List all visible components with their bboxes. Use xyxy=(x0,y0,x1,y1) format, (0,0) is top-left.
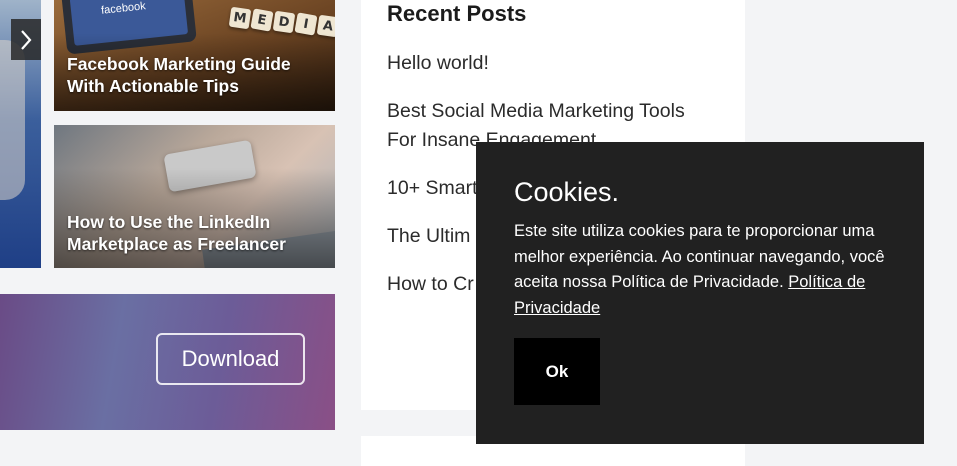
post-title[interactable]: How to Use the LinkedIn Marketplace as F… xyxy=(67,211,325,255)
download-banner: Download xyxy=(0,294,335,430)
cookie-ok-button[interactable]: Ok xyxy=(514,338,600,405)
widget-title: Recent Posts xyxy=(387,1,527,26)
post-card-facebook[interactable]: facebook M E D I A Facebook Marketing Gu… xyxy=(54,0,335,111)
letter-tile: I xyxy=(294,12,318,36)
letter-tile: M xyxy=(228,6,252,30)
chevron-right-icon xyxy=(21,29,32,50)
slider-next-button[interactable] xyxy=(11,19,41,60)
cookie-title: Cookies. xyxy=(514,177,620,207)
recent-post-link[interactable]: Hello world! xyxy=(387,49,717,78)
slide-image-fragment xyxy=(0,40,25,200)
cookie-message: Este site utiliza cookies para te propor… xyxy=(514,219,894,321)
post-card-linkedin[interactable]: How to Use the LinkedIn Marketplace as F… xyxy=(54,125,335,268)
letter-tile: D xyxy=(272,10,296,34)
cookie-consent-dialog: Cookies. Este site utiliza cookies para … xyxy=(476,142,924,444)
post-title[interactable]: Facebook Marketing Guide With Actionable… xyxy=(67,53,325,97)
letter-tile: E xyxy=(250,8,274,32)
download-button[interactable]: Download xyxy=(156,333,305,385)
facebook-logo-text: facebook xyxy=(100,0,147,17)
